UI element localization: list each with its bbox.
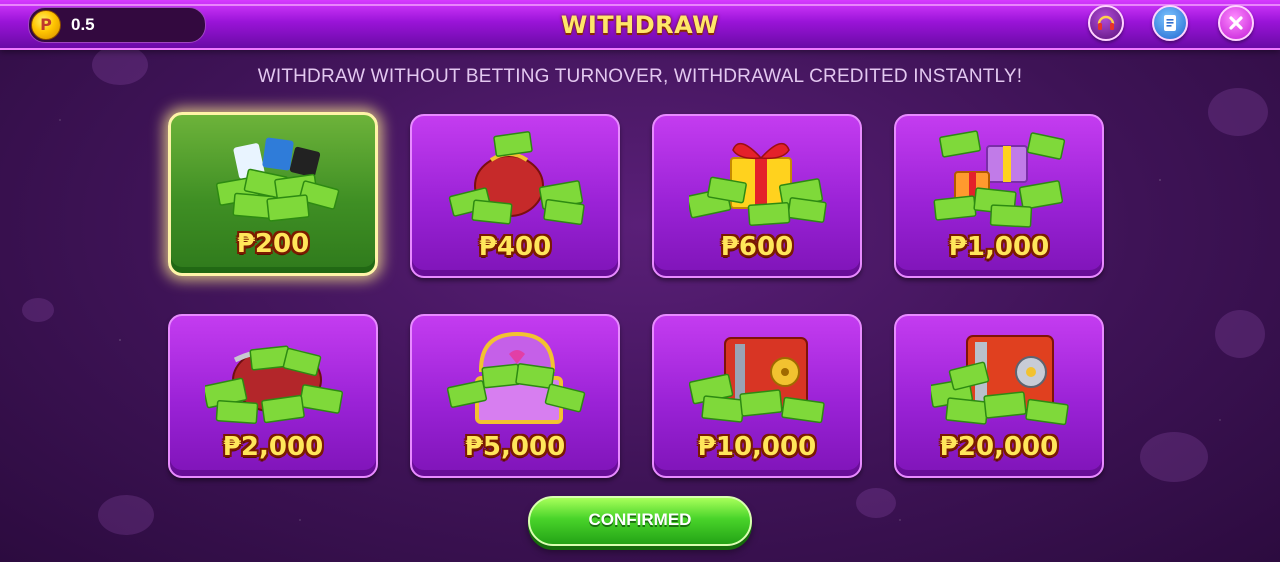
header-divider — [0, 4, 1280, 6]
cash-and-cards-icon — [215, 137, 340, 222]
gift-pile-cash-icon — [933, 130, 1066, 228]
withdraw-amount: ₱400 — [478, 232, 552, 262]
safe-cash-icon — [689, 337, 825, 424]
money-bag-icon — [448, 131, 585, 226]
cash-purse-icon — [205, 345, 344, 424]
withdraw-amount: ₱600 — [720, 232, 794, 262]
support-button[interactable] — [1088, 5, 1124, 41]
background-bokeh — [1140, 432, 1208, 482]
background-bokeh — [856, 488, 896, 518]
withdraw-option-2000[interactable]: ₱2,000 — [168, 314, 378, 478]
background-bokeh — [98, 495, 154, 535]
withdraw-option-600[interactable]: ₱600 — [652, 114, 862, 278]
withdraw-option-5000[interactable]: ₱5,000 — [410, 314, 620, 478]
treasure-chest-icon — [447, 331, 586, 424]
header-bar: P 0.5 WITHDRAW — [0, 0, 1280, 50]
withdraw-amount: ₱10,000 — [697, 432, 817, 462]
withdraw-option-1000[interactable]: ₱1,000 — [894, 114, 1104, 278]
gift-box-cash-icon — [689, 142, 827, 226]
withdraw-option-400[interactable]: ₱400 — [410, 114, 620, 278]
confirm-button[interactable]: CONFIRMED — [528, 496, 752, 546]
withdraw-option-20000[interactable]: ₱20,000 — [894, 314, 1104, 478]
withdraw-option-200[interactable]: ₱200 — [168, 112, 378, 276]
withdraw-amount: ₱20,000 — [939, 432, 1059, 462]
withdraw-amount: ₱2,000 — [222, 432, 324, 462]
withdraw-notice: WITHDRAW WITHOUT BETTING TURNOVER, WITHD… — [257, 66, 1023, 87]
close-icon — [1229, 16, 1243, 30]
withdraw-amount: ₱5,000 — [464, 432, 566, 462]
background-bokeh — [1215, 310, 1265, 358]
withdraw-amount: ₱200 — [236, 229, 310, 259]
withdraw-option-10000[interactable]: ₱10,000 — [652, 314, 862, 478]
headset-icon — [1097, 15, 1115, 30]
document-icon — [1164, 15, 1176, 31]
withdraw-amount: ₱1,000 — [948, 232, 1050, 262]
vault-cash-icon — [931, 335, 1069, 426]
background-bokeh — [22, 298, 54, 322]
close-button[interactable] — [1218, 5, 1254, 41]
background-bokeh — [1208, 88, 1268, 136]
history-button[interactable] — [1152, 5, 1188, 41]
